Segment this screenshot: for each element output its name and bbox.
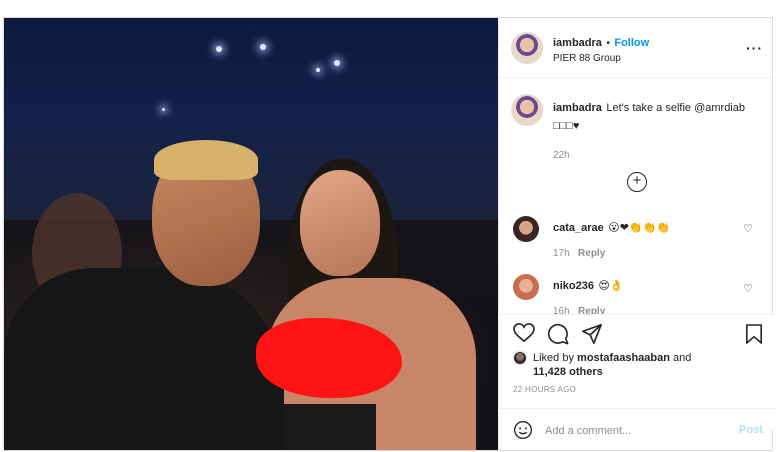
comment: cata_arae 😮❤👏👏👏 17h Reply ♡ — [499, 214, 775, 262]
comment: niko236 😍👌 16h Reply ♡ — [499, 272, 775, 314]
bookmark-icon[interactable] — [745, 323, 763, 345]
comment-body: cata_arae 😮❤👏👏👏 17h Reply — [553, 218, 670, 259]
header-username[interactable]: iambadra — [553, 37, 602, 49]
liker-avatar[interactable] — [513, 351, 527, 365]
like-comment-icon[interactable]: ♡ — [743, 222, 753, 235]
comment-input[interactable] — [545, 423, 725, 439]
comment-icon[interactable] — [547, 323, 569, 345]
instagram-post: iambadra • Follow PIER 88 Group ··· iamb… — [3, 17, 775, 451]
more-options-icon[interactable]: ··· — [746, 40, 763, 56]
follow-button[interactable]: Follow — [614, 37, 649, 49]
likes-summary: Liked by mostafaashaaban and 11,428 othe… — [513, 351, 691, 379]
post-sidebar: iambadra • Follow PIER 88 Group ··· iamb… — [498, 18, 775, 450]
avatar[interactable] — [513, 274, 539, 300]
liked-by-prefix: Liked by — [533, 352, 574, 364]
comment-username[interactable]: cata_arae — [553, 222, 604, 234]
post-header: iambadra • Follow PIER 88 Group ··· — [499, 18, 775, 78]
caption-username[interactable]: iambadra — [553, 102, 602, 114]
shorts — [276, 404, 376, 450]
comment-body: niko236 😍👌 16h Reply — [553, 276, 624, 314]
liked-and: and — [673, 352, 692, 364]
caption-body: iambadra Let's take a selfie @amrdiab □□… — [553, 98, 759, 161]
reply-button[interactable]: Reply — [578, 248, 605, 259]
light — [216, 46, 222, 52]
avatar[interactable] — [511, 32, 543, 64]
light — [260, 44, 266, 50]
location-link[interactable]: PIER 88 Group — [553, 53, 649, 64]
avatar[interactable] — [513, 216, 539, 242]
plus-circle-icon[interactable]: + — [627, 172, 647, 192]
reply-button[interactable]: Reply — [578, 306, 605, 314]
add-comment-bar: Post — [499, 408, 775, 450]
comment-time: 17h — [553, 248, 570, 259]
comment-text: 😮❤👏👏👏 — [608, 222, 671, 234]
separator: • — [606, 38, 610, 49]
comment-username[interactable]: niko236 — [553, 280, 594, 292]
light — [162, 108, 165, 111]
post-timestamp[interactable]: 22 HOURS AGO — [513, 385, 576, 394]
man-hair — [154, 140, 258, 180]
share-icon[interactable] — [581, 323, 603, 345]
light — [334, 60, 340, 66]
woman-face — [300, 170, 380, 276]
avatar[interactable] — [511, 94, 543, 126]
caption-time[interactable]: 22h — [553, 150, 759, 161]
comment-time: 16h — [553, 306, 570, 314]
emoji-icon[interactable] — [513, 420, 533, 440]
post-comment-button[interactable]: Post — [739, 424, 763, 436]
liker-username[interactable]: mostafaashaaban — [577, 352, 670, 364]
like-comment-icon[interactable]: ♡ — [743, 282, 753, 295]
heart-icon[interactable] — [513, 323, 535, 343]
light — [316, 68, 320, 72]
likes-count[interactable]: 11,428 others — [533, 366, 603, 378]
comment-text: 😍👌 — [598, 280, 624, 292]
post-photo[interactable] — [4, 18, 498, 450]
header-text: iambadra • Follow PIER 88 Group — [553, 33, 649, 64]
